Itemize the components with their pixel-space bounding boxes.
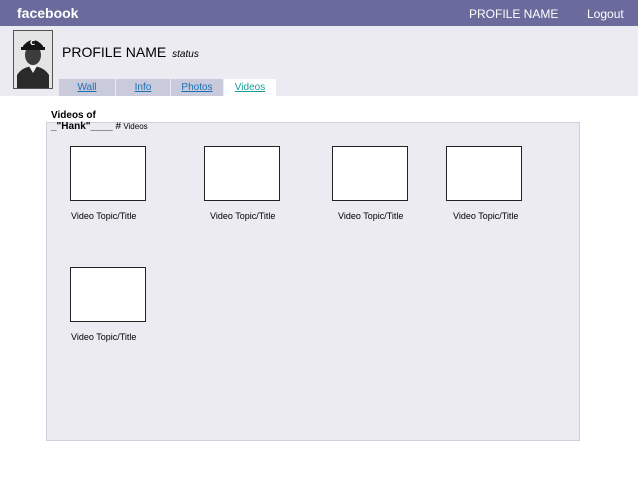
profile-link[interactable]: PROFILE NAME [469,7,558,21]
video-title[interactable]: Video Topic/Title [338,211,403,221]
brand-logo[interactable]: facebook [17,5,78,21]
video-title[interactable]: Video Topic/Title [210,211,275,221]
tab-info[interactable]: Info [116,79,170,96]
video-thumbnail[interactable] [70,146,146,201]
video-title[interactable]: Video Topic/Title [71,332,136,342]
videos-heading-line1: Videos of [51,110,96,121]
avatar-photo: C [14,31,52,88]
top-bar: facebook PROFILE NAME Logout [0,0,638,26]
tab-wall[interactable]: Wall [59,79,115,96]
videos-count: # Videos [115,121,148,132]
video-title[interactable]: Video Topic/Title [71,211,136,221]
tab-photos[interactable]: Photos [171,79,223,96]
video-title[interactable]: Video Topic/Title [453,211,518,221]
video-thumbnail[interactable] [204,146,280,201]
videos-owner-name: _"Hank"____ [51,121,113,132]
tab-videos[interactable]: Videos [224,79,276,96]
logout-link[interactable]: Logout [587,7,624,21]
profile-name: PROFILE NAME status [62,44,199,60]
video-thumbnail[interactable] [446,146,522,201]
video-thumbnail[interactable] [332,146,408,201]
video-thumbnail[interactable] [70,267,146,322]
profile-avatar[interactable]: C [13,30,53,89]
profile-status: status [172,49,199,60]
profile-name-text: PROFILE NAME [62,44,167,60]
videos-heading: Videos of _"Hank"____ # Videos [51,110,148,132]
videos-heading-line2: _"Hank"____ # Videos [51,121,148,132]
svg-text:C: C [30,39,35,47]
